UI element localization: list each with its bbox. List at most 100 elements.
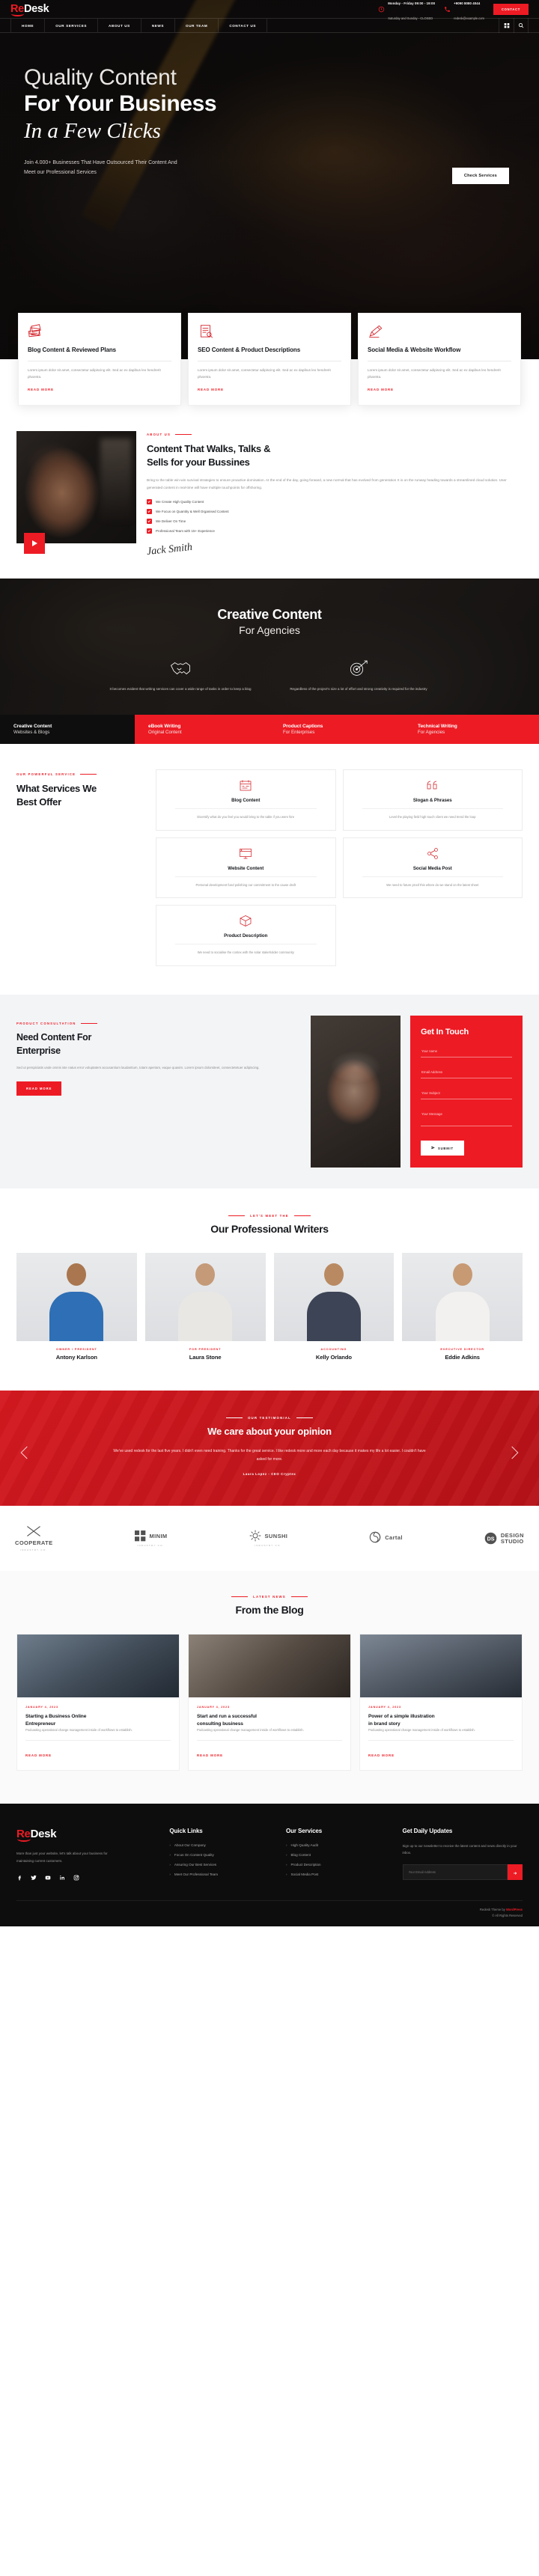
quote-icon bbox=[352, 779, 514, 792]
read-more-link[interactable]: READ MORE bbox=[197, 1754, 223, 1757]
logo-text-secondary: Desk bbox=[23, 3, 49, 15]
read-more-link[interactable]: READ MORE bbox=[28, 388, 54, 391]
footer-link[interactable]: › Focus On Content Quality bbox=[169, 1853, 274, 1857]
blog-post-card[interactable]: JANUARY 4, 2023 Start and run a successf… bbox=[188, 1634, 351, 1771]
grid-menu-icon[interactable] bbox=[499, 18, 514, 33]
nav-item-news[interactable]: NEWS bbox=[141, 19, 176, 32]
tab-technical-writing[interactable]: Technical Writing For Agencies bbox=[404, 714, 539, 744]
feature-card-text: Lorem ipsum dolor sit amet, consectetur … bbox=[368, 368, 501, 379]
service-card-slogan-phrases[interactable]: Slogan & Phrases Level the playing field… bbox=[342, 769, 523, 831]
team-member[interactable]: OWNER / PRESIDENT Antony Karlson bbox=[16, 1253, 137, 1361]
enterprise-heading: Need Content For Enterprise bbox=[16, 1031, 301, 1057]
read-more-link[interactable]: READ MORE bbox=[368, 388, 394, 391]
blog-post-image bbox=[360, 1635, 522, 1698]
search-icon[interactable] bbox=[514, 18, 529, 33]
email-field[interactable] bbox=[421, 1065, 512, 1079]
footer-link[interactable]: › Product Description bbox=[286, 1863, 391, 1867]
footer-rights: © All Rights Reserved bbox=[492, 1914, 523, 1918]
instagram-icon[interactable] bbox=[73, 1875, 79, 1881]
twitter-icon[interactable] bbox=[31, 1875, 37, 1881]
footer-services-title: Our Services bbox=[285, 1828, 323, 1835]
footer-quick-links-list: › About Our Company › Focus On Content Qua… bbox=[169, 1843, 274, 1876]
feature-card[interactable]: Social Media & Website Workflow Lorem ip… bbox=[358, 313, 521, 406]
tab-creative-content[interactable]: Creative Content Websites & Blogs bbox=[0, 714, 135, 744]
message-field[interactable] bbox=[421, 1107, 512, 1127]
nav-item-contact-us[interactable]: CONTACT US bbox=[219, 19, 268, 32]
chevron-left-icon[interactable] bbox=[20, 1446, 34, 1459]
service-text: Diversify what do you feel you would bri… bbox=[197, 814, 295, 819]
facebook-icon[interactable] bbox=[16, 1875, 22, 1881]
footer-link[interactable]: › Social Media Post bbox=[286, 1873, 391, 1876]
nav-item-our-services[interactable]: OUR SERVICES bbox=[45, 19, 99, 32]
bullet-label: We Deliver On Time bbox=[156, 519, 186, 523]
site-footer: ReDesk More than just your website, let'… bbox=[0, 1804, 539, 1927]
contact-info[interactable]: +9090 8080 4044 redesk@example.com bbox=[444, 0, 484, 24]
avatar bbox=[16, 1253, 137, 1342]
service-card-blog-content[interactable]: Blog Content Diversify what do you feel … bbox=[156, 769, 336, 831]
feature-card[interactable]: Blog Content & Reviewed Plans Lorem ipsu… bbox=[18, 313, 181, 406]
footer-link[interactable]: › About Our Company bbox=[169, 1843, 274, 1847]
client-logo-name: SUNSHI bbox=[264, 1532, 288, 1539]
enterprise-read-more-button[interactable]: READ MORE bbox=[16, 1081, 62, 1096]
blog-post-card[interactable]: JANUARY 4, 2023 Starting a Business Onli… bbox=[16, 1634, 180, 1771]
youtube-icon[interactable] bbox=[45, 1875, 51, 1881]
services-heading-line-1: What Services We bbox=[16, 782, 97, 794]
tab-subtitle: Original Content bbox=[148, 729, 182, 735]
service-card-social-media-post[interactable]: Social Media Post We need to future proo… bbox=[342, 837, 523, 899]
newsletter-submit-button[interactable] bbox=[508, 1864, 523, 1880]
blog-post-card[interactable]: JANUARY 4, 2023 Power of a simple illust… bbox=[359, 1634, 523, 1771]
chevron-right-icon[interactable] bbox=[505, 1446, 519, 1459]
play-video-button[interactable] bbox=[24, 533, 45, 555]
blog-grid: JANUARY 4, 2023 Starting a Business Onli… bbox=[16, 1634, 523, 1771]
service-card-website-content[interactable]: Website Content Personal development fun… bbox=[156, 837, 336, 899]
client-logo: SUNSHI INDUSTRY CO. bbox=[249, 1530, 288, 1547]
blog-post-title: Starting a Business Online Entrepreneur bbox=[25, 1713, 171, 1727]
tab-product-captions[interactable]: Product Captions For Enterprises bbox=[270, 714, 404, 744]
feature-card[interactable]: SEO Content & Product Descriptions Lorem… bbox=[188, 313, 351, 406]
linkedin-icon[interactable] bbox=[59, 1875, 65, 1881]
read-more-link[interactable]: READ MORE bbox=[25, 1754, 52, 1757]
client-logo: MINIM INDUSTRY CO. bbox=[134, 1530, 168, 1547]
blog-post-text: Podcasting operational change management… bbox=[197, 1728, 304, 1733]
nav-item-about-us[interactable]: ABOUT US bbox=[98, 19, 141, 32]
client-logo: DS DESIGN STUDIO bbox=[484, 1532, 524, 1545]
footer-link[interactable]: › Assuring Our Best Services bbox=[169, 1863, 274, 1867]
read-more-link[interactable]: READ MORE bbox=[198, 388, 224, 391]
services-heading: What Services We Best Offer bbox=[16, 782, 144, 809]
list-item: We Focus on Quantity & Well Organised Co… bbox=[147, 508, 523, 514]
footer-link-label: Assuring Our Best Services bbox=[174, 1863, 217, 1867]
submit-button[interactable]: SUBMIT bbox=[421, 1141, 464, 1156]
enterprise-eyebrow: PRODUCT CONSULTATION bbox=[16, 1022, 301, 1025]
nav-item-our-team[interactable]: OUR TEAM bbox=[175, 19, 219, 32]
avatar bbox=[273, 1253, 395, 1342]
chevron-right-icon: › bbox=[169, 1843, 171, 1848]
team-eyebrow-label: LET'S MEET THE bbox=[250, 1214, 289, 1218]
footer-services-list: › High Quality Audit › Blog Content › Produ… bbox=[286, 1843, 391, 1876]
team-member[interactable]: FOR PRESIDENT Laura Stone bbox=[144, 1253, 266, 1361]
newsletter-email-input[interactable] bbox=[402, 1864, 508, 1880]
nav-item-home[interactable]: HOME bbox=[10, 19, 46, 32]
check-icon bbox=[147, 518, 152, 524]
footer-credit-brand[interactable]: WordPress bbox=[506, 1908, 523, 1911]
divider bbox=[362, 876, 503, 877]
blog-post-title-line-2: in brand story bbox=[368, 1721, 401, 1727]
footer-link[interactable]: › Blog Content bbox=[286, 1853, 391, 1857]
read-more-link[interactable]: READ MORE bbox=[368, 1754, 395, 1757]
blog-calendar-icon bbox=[165, 779, 327, 792]
footer-logo[interactable]: ReDesk bbox=[16, 1828, 57, 1843]
service-card-product-description[interactable]: Product Description We need to socialise… bbox=[156, 905, 336, 967]
bullet-label: Professional Team with 15+ Experience bbox=[156, 528, 215, 533]
contact-button[interactable]: CONTACT bbox=[493, 3, 529, 15]
client-logos-section: COOPERATE INDUSTRY CO. MINIM INDUSTRY CO… bbox=[0, 1506, 539, 1572]
site-logo[interactable]: ReDesk bbox=[10, 3, 49, 16]
team-member[interactable]: EXECUTIVE DIRECTOR Eddie Adkins bbox=[402, 1253, 523, 1361]
team-member-name: Antony Karlson bbox=[55, 1354, 97, 1361]
footer-link[interactable]: › Meet Our Professional Team bbox=[169, 1873, 274, 1876]
footer-link[interactable]: › High Quality Audit bbox=[286, 1843, 391, 1847]
tab-ebook-writing[interactable]: eBook Writing Original Content bbox=[135, 714, 270, 744]
name-field[interactable] bbox=[421, 1044, 512, 1058]
subject-field[interactable] bbox=[421, 1086, 512, 1100]
team-member[interactable]: ACCOUNTING Kelly Orlando bbox=[273, 1253, 395, 1361]
blog-post-date: JANUARY 4, 2023 bbox=[25, 1706, 58, 1709]
contact-form: Get In Touch SUBMIT bbox=[410, 1016, 523, 1168]
